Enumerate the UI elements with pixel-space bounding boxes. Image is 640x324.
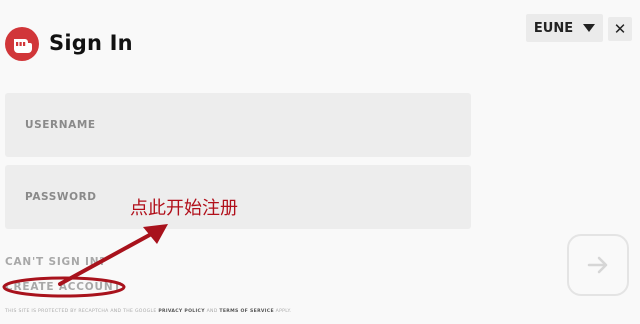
close-icon: ✕: [613, 20, 627, 38]
arrow-right-icon: [587, 256, 608, 274]
password-field[interactable]: [5, 165, 471, 229]
region-value: EUNE: [533, 20, 574, 36]
recaptcha-footer: THIS SITE IS PROTECTED BY RECAPTCHA AND …: [5, 309, 291, 314]
cant-sign-in-link[interactable]: CAN'T SIGN IN?: [5, 256, 106, 268]
riot-fist-logo-icon: [5, 27, 39, 61]
password-input[interactable]: [5, 165, 471, 229]
submit-button[interactable]: [567, 234, 629, 296]
caret-down-icon: [583, 24, 596, 32]
create-account-link[interactable]: CREATE ACCOUNT: [5, 281, 121, 293]
privacy-policy-link[interactable]: PRIVACY POLICY: [158, 309, 205, 314]
footer-suffix: APPLY.: [273, 309, 292, 314]
username-input[interactable]: [5, 93, 471, 157]
footer-prefix: THIS SITE IS PROTECTED BY RECAPTCHA AND …: [5, 309, 159, 314]
annotation-text: 点此开始注册: [130, 198, 238, 219]
username-field[interactable]: [5, 93, 471, 157]
terms-of-service-link[interactable]: TERMS OF SERVICE: [219, 309, 274, 314]
footer-and: AND: [204, 309, 220, 314]
region-selector[interactable]: EUNE: [526, 14, 603, 42]
close-button[interactable]: ✕: [608, 17, 632, 41]
page-title: Sign In: [49, 31, 133, 55]
